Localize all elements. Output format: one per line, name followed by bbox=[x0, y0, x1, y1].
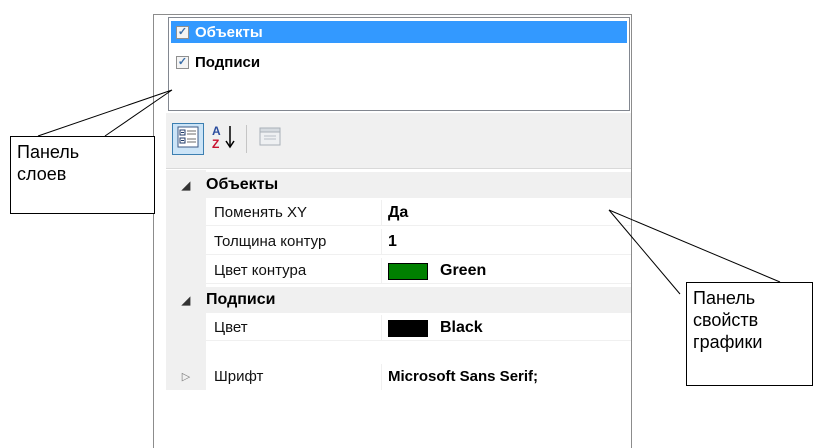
callout-line: свойств bbox=[693, 310, 759, 330]
callout-layers-panel: Панель слоев bbox=[10, 136, 155, 214]
callout-line: Панель bbox=[17, 142, 80, 162]
callout-line: графики bbox=[693, 332, 763, 352]
callout-line: Панель bbox=[693, 288, 756, 308]
callout-graphics-properties-panel: Панель свойств графики bbox=[686, 282, 813, 386]
callout-line: слоев bbox=[17, 164, 67, 184]
